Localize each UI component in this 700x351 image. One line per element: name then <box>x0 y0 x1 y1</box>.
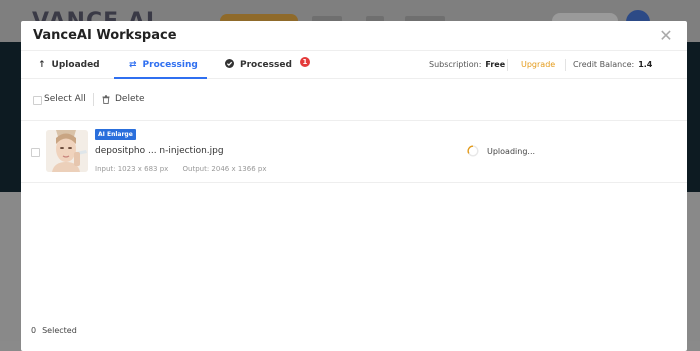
selection-footer: 0 Selected <box>31 326 77 335</box>
workspace-modal: VanceAI Workspace ✕ ↑ Uploaded ⇄ Process… <box>21 21 687 351</box>
check-circle-icon <box>225 58 234 71</box>
select-all-button[interactable]: Select All <box>44 94 86 104</box>
tab-bar: ↑ Uploaded ⇄ Processing Processed 1 Subs… <box>21 50 687 79</box>
file-toolbar: Select All Delete <box>21 78 687 121</box>
ai-enlarge-tag: AI Enlarge <box>95 129 136 140</box>
input-size: Input: 1023 x 683 px <box>95 165 169 173</box>
output-size: Output: 2046 x 1366 px <box>182 165 267 173</box>
selected-count: 0 <box>31 326 37 335</box>
credit-label: Credit Balance: <box>573 60 635 69</box>
tab-uploaded[interactable]: ↑ Uploaded <box>38 51 100 78</box>
row-checkbox[interactable] <box>31 148 40 157</box>
file-name: depositpho ... n-injection.jpg <box>95 146 224 156</box>
upgrade-link[interactable]: Upgrade <box>521 51 555 78</box>
file-row: AI Enlarge depositpho ... n-injection.jp… <box>21 121 687 183</box>
credit-value: 1.4 <box>638 60 653 69</box>
divider <box>93 93 94 106</box>
processed-count-badge: 1 <box>299 56 310 67</box>
sync-icon: ⇄ <box>129 59 137 70</box>
selected-label: Selected <box>42 326 77 335</box>
delete-label: Delete <box>115 94 145 104</box>
credit-balance: Credit Balance: 1.4 <box>573 51 652 78</box>
tab-processing[interactable]: ⇄ Processing <box>129 51 198 78</box>
tab-processed[interactable]: Processed 1 <box>225 51 310 78</box>
loading-spinner-icon <box>467 145 479 157</box>
select-all-checkbox[interactable] <box>33 96 42 105</box>
divider <box>507 59 508 71</box>
subscription-info: Subscription: Free <box>429 51 505 78</box>
tab-label: Processed <box>240 59 292 70</box>
upload-arrow-icon: ↑ <box>38 59 46 70</box>
file-thumbnail <box>46 130 88 172</box>
subscription-label: Subscription: <box>429 60 482 69</box>
tab-label: Processing <box>142 59 198 70</box>
upload-status: Uploading... <box>467 145 535 157</box>
delete-button[interactable]: Delete <box>102 94 145 104</box>
divider <box>565 59 566 71</box>
status-text: Uploading... <box>487 146 536 156</box>
file-dimensions: Input: 1023 x 683 px Output: 2046 x 1366… <box>95 165 266 173</box>
close-icon[interactable]: ✕ <box>657 27 675 45</box>
trash-icon <box>102 94 110 104</box>
tab-label: Uploaded <box>51 59 100 70</box>
subscription-value: Free <box>485 60 506 69</box>
modal-title: VanceAI Workspace <box>33 28 177 43</box>
